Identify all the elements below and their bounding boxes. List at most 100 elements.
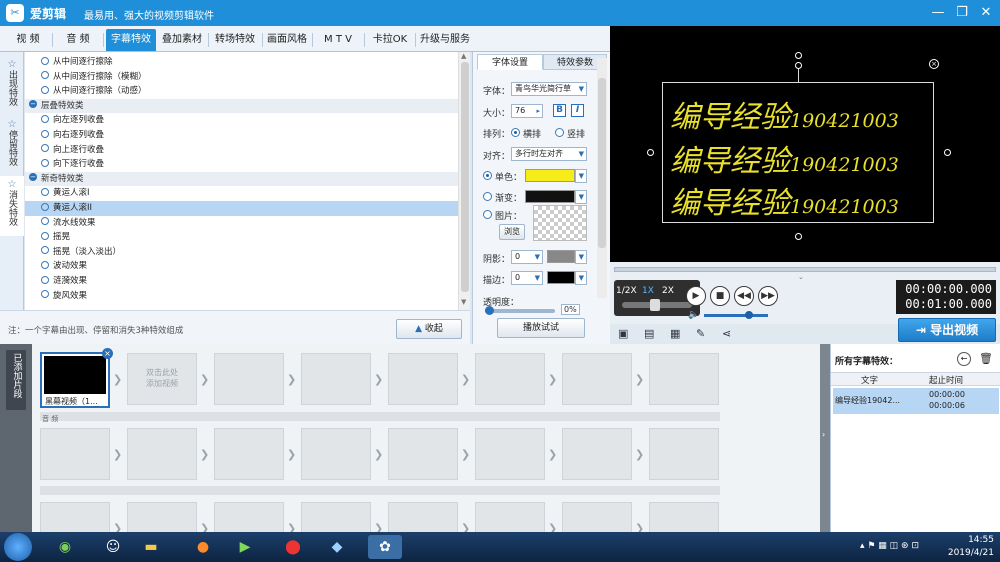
solid-color-swatch[interactable] — [525, 169, 575, 182]
export-video-button[interactable]: ⇥ 导出视频 — [898, 318, 996, 342]
timeline-slot[interactable] — [649, 353, 719, 405]
progress-bar[interactable] — [614, 267, 996, 272]
vertical-radio[interactable] — [555, 128, 564, 137]
effect-item[interactable]: 从中间逐行擦除（模糊） — [25, 70, 458, 85]
app-icon[interactable]: ◆ — [320, 535, 354, 559]
timeline-slot[interactable]: 双击此处 添加视频 — [127, 353, 197, 405]
tray-icons[interactable]: ▴ ⚑ ▦ ◫ ⊛ ⊡ — [860, 541, 919, 551]
effect-category[interactable]: − 层叠特效类 — [25, 98, 458, 114]
shadow-color-swatch[interactable] — [547, 250, 575, 263]
play-button[interactable]: ▶ — [686, 286, 706, 306]
effect-item[interactable]: 向右逐列收叠 — [25, 128, 458, 143]
next-frame-button[interactable]: ▶▶ — [758, 286, 778, 306]
timeline-slot[interactable] — [214, 428, 284, 480]
explorer-icon[interactable]: ▬ — [134, 535, 168, 559]
speed-normal[interactable]: 1X — [642, 286, 654, 296]
list-scrollbar[interactable]: ▲ ▼ — [458, 52, 470, 310]
tab-audio[interactable]: 音 频 — [56, 29, 100, 51]
new-project-icon[interactable]: ▣ — [618, 327, 628, 340]
effect-item[interactable]: 向下逐行收叠 — [25, 157, 458, 172]
effect-category[interactable]: − 新奇特效类 — [25, 171, 458, 187]
shadow-color-dropdown[interactable]: ▼ — [575, 250, 587, 264]
opacity-slider-handle[interactable] — [485, 306, 494, 315]
image-radio[interactable] — [483, 210, 492, 219]
minimize-button[interactable]: — — [926, 3, 950, 23]
chevron-right-icon[interactable]: › — [822, 430, 825, 439]
rotate-handle[interactable] — [795, 52, 802, 59]
resize-handle-bottom[interactable] — [795, 233, 802, 240]
effect-item[interactable]: 向上逐行收叠 — [25, 143, 458, 158]
edit-icon[interactable]: ✎ — [696, 327, 705, 340]
stop-button[interactable]: ■ — [710, 286, 730, 306]
timeline-slot[interactable] — [475, 428, 545, 480]
speed-half[interactable]: 1/2X — [616, 286, 637, 296]
stroke-color-swatch[interactable] — [547, 271, 575, 284]
side-tab-disappear[interactable]: ☆ 消失特效 — [0, 176, 24, 236]
tab-picture-style[interactable]: 画面风格 — [264, 29, 310, 51]
prev-frame-button[interactable]: ◀◀ — [734, 286, 754, 306]
align-select[interactable]: 多行时左对齐 ▼ — [511, 147, 587, 161]
timeline-slot[interactable] — [562, 428, 632, 480]
collapse-button[interactable]: ▲ 收起 — [396, 319, 462, 339]
qq-icon[interactable]: ☺ — [96, 535, 130, 559]
speed-double[interactable]: 2X — [662, 286, 674, 296]
tab-overlay[interactable]: 叠加素材 — [158, 29, 206, 51]
browse-button[interactable]: 浏览 — [499, 224, 525, 240]
remove-subtitle-icon[interactable]: × — [929, 59, 939, 69]
tab-upgrade[interactable]: 升级与服务 — [417, 29, 473, 51]
effect-item[interactable]: 摇晃 — [25, 230, 458, 245]
gradient-radio[interactable] — [483, 192, 492, 201]
effect-item[interactable]: 从中间逐行擦除（动感） — [25, 84, 458, 99]
firefox-icon[interactable]: ● — [186, 535, 220, 559]
timeline-slot[interactable] — [214, 353, 284, 405]
timeline-slot[interactable] — [40, 428, 110, 480]
effect-item[interactable]: 波动效果 — [25, 259, 458, 274]
tab-mtv[interactable]: M T V — [314, 29, 362, 51]
volume-icon[interactable]: 🔈 — [688, 310, 699, 320]
scrollbar-thumb[interactable] — [461, 62, 469, 292]
opacity-value[interactable]: 0% — [561, 304, 580, 315]
video-preview[interactable]: × 编导经验190421003 编导经验190421003 编导经验190421… — [610, 26, 1000, 262]
scroll-down-icon[interactable]: ▼ — [461, 298, 466, 306]
tab-video[interactable]: 视 频 — [6, 29, 50, 51]
stroke-color-dropdown[interactable]: ▼ — [575, 271, 587, 285]
timeline-slot[interactable] — [649, 428, 719, 480]
effect-item[interactable]: 旋风效果 — [25, 289, 458, 304]
side-tab-appear[interactable]: ☆ 出现特效 — [0, 56, 24, 116]
shadow-stepper[interactable]: 0 ▼ — [511, 250, 543, 264]
360-icon[interactable]: ◉ — [48, 535, 82, 559]
timeline-slot[interactable] — [127, 428, 197, 480]
bold-button[interactable]: B — [553, 104, 566, 117]
timeline-slot[interactable] — [388, 428, 458, 480]
aijianji-icon[interactable]: ✿ — [368, 535, 402, 559]
record-icon[interactable]: ⬤ — [276, 535, 310, 559]
tab-transition[interactable]: 转场特效 — [210, 29, 260, 51]
timeline-slot[interactable] — [562, 353, 632, 405]
added-clips-tab[interactable]: 已添加片段 — [6, 350, 26, 410]
gradient-swatch[interactable] — [525, 190, 575, 203]
timeline-slot[interactable] — [475, 353, 545, 405]
open-folder-icon[interactable]: ▤ — [644, 327, 654, 340]
scrollbar-thumb[interactable] — [598, 78, 606, 248]
preview-play-button[interactable]: 播放试试 — [497, 318, 585, 338]
close-button[interactable]: ✕ — [974, 3, 998, 23]
start-button[interactable] — [4, 533, 32, 561]
settings-scrollbar[interactable] — [597, 58, 607, 298]
tab-font-settings[interactable]: 字体设置 — [477, 54, 543, 70]
font-select[interactable]: 青鸟华光简行草 ▼ — [511, 82, 587, 96]
trash-icon[interactable]: 🗑 — [979, 352, 993, 365]
timeline-slot[interactable] — [301, 428, 371, 480]
speed-slider-handle[interactable] — [650, 299, 660, 311]
volume-slider[interactable] — [704, 314, 768, 317]
scroll-up-icon[interactable]: ▲ — [461, 52, 466, 60]
solid-color-dropdown[interactable]: ▼ — [575, 169, 587, 183]
media-icon[interactable]: ▶ — [228, 535, 262, 559]
effect-item[interactable]: 从中间逐行擦除 — [25, 55, 458, 70]
save-icon[interactable]: ▦ — [670, 327, 680, 340]
effect-item[interactable]: 黄运人滚I — [25, 186, 458, 201]
volume-handle[interactable] — [744, 311, 753, 319]
resize-handle-right[interactable] — [944, 149, 951, 156]
effect-item[interactable]: 涟漪效果 — [25, 274, 458, 289]
side-tab-stay[interactable]: ☆ 停留特效 — [0, 116, 24, 176]
gradient-dropdown[interactable]: ▼ — [575, 190, 587, 204]
